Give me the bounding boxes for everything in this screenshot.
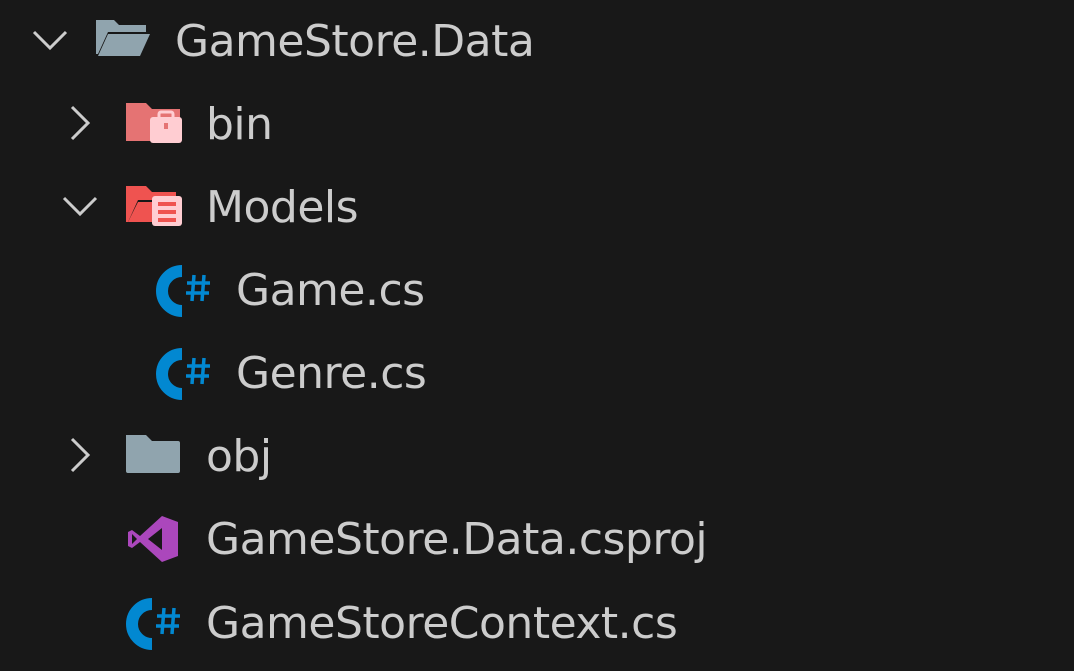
chevron-down-icon[interactable]	[30, 20, 70, 60]
tree-item-label: Game.cs	[236, 265, 425, 316]
tree-item-label: Genre.cs	[236, 348, 427, 399]
tree-item-label: GameStore.Data	[175, 16, 535, 67]
tree-item-label: bin	[206, 99, 273, 150]
tree-item-bin[interactable]: bin	[0, 83, 1074, 167]
visual-studio-icon	[128, 516, 178, 562]
tree-item-label: GameStore.Data.csproj	[206, 514, 708, 565]
tree-item-label: GameStoreContext.cs	[206, 598, 678, 649]
bin-folder-icon	[126, 103, 182, 143]
tree-item-label: Models	[206, 182, 359, 233]
tree-item-genre-cs[interactable]: Genre.cs	[0, 332, 1074, 416]
tree-item-obj[interactable]: obj	[0, 415, 1074, 499]
chevron-right-icon[interactable]	[60, 103, 100, 143]
file-explorer-tree: GameStore.Data bin Models Game.cs Genre.…	[0, 0, 1074, 671]
tree-item-game-cs[interactable]: Game.cs	[0, 249, 1074, 333]
tree-item-csproj[interactable]: GameStore.Data.csproj	[0, 498, 1074, 582]
csharp-icon	[156, 348, 210, 400]
tree-item-gamestorecontext-cs[interactable]: GameStoreContext.cs	[0, 582, 1074, 666]
csharp-icon	[126, 598, 180, 650]
models-folder-icon	[126, 186, 182, 226]
folder-icon	[126, 435, 180, 473]
tree-item-gamestore-data[interactable]: GameStore.Data	[0, 0, 1074, 84]
chevron-down-icon[interactable]	[60, 186, 100, 226]
folder-opened-icon	[96, 20, 150, 56]
chevron-right-icon[interactable]	[60, 435, 100, 475]
tree-item-label: obj	[206, 431, 272, 482]
csharp-icon	[156, 265, 210, 317]
tree-item-models[interactable]: Models	[0, 166, 1074, 250]
